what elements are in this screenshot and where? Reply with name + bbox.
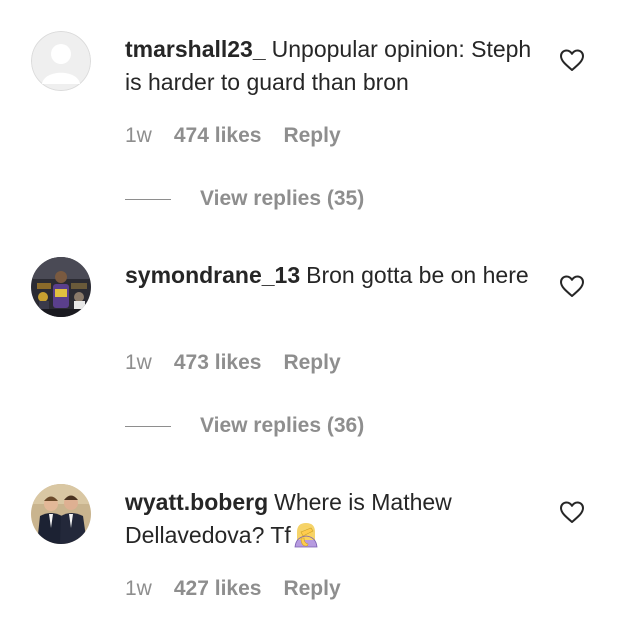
comment-meta: 1w 427 likes Reply	[125, 577, 363, 601]
comment-meta: 1w 474 likes Reply	[125, 124, 363, 148]
avatar-photo[interactable]	[31, 484, 91, 544]
heart-outline-icon[interactable]	[559, 274, 585, 298]
comment-username[interactable]: wyatt.boberg	[125, 489, 268, 515]
comment-time: 1w	[125, 124, 152, 147]
replies-divider-line	[125, 425, 171, 427]
comment-time: 1w	[125, 351, 152, 374]
heart-outline-icon[interactable]	[559, 48, 585, 72]
comment-text: tmarshall23_ Unpopular opinion: Steph is …	[125, 33, 535, 99]
comment-likes[interactable]: 474 likes	[174, 124, 262, 147]
view-replies-button[interactable]: View replies (35)	[125, 187, 364, 211]
comment-time: 1w	[125, 577, 152, 600]
replies-divider-line	[125, 198, 171, 200]
comment-likes[interactable]: 473 likes	[174, 351, 262, 374]
avatar-default[interactable]	[31, 31, 91, 91]
view-replies-label: View replies (35)	[200, 187, 365, 210]
view-replies-button[interactable]: View replies (36)	[125, 414, 364, 438]
avatar-photo[interactable]	[31, 257, 91, 317]
comment-text: symondrane_13 Bron gotta be on here	[125, 259, 535, 292]
comment-username[interactable]: symondrane_13	[125, 262, 300, 288]
comment-meta: 1w 473 likes Reply	[125, 351, 363, 375]
comment-username[interactable]: tmarshall23_	[125, 36, 266, 62]
reply-button[interactable]: Reply	[283, 351, 340, 374]
comment-likes[interactable]: 427 likes	[174, 577, 262, 600]
heart-outline-icon[interactable]	[559, 500, 585, 524]
woman-facepalming-emoji	[294, 523, 318, 548]
comment-text: wyatt.boberg Where is Mathew Dellavedova?…	[125, 486, 535, 552]
view-replies-label: View replies (36)	[200, 414, 365, 437]
comment-body: Bron gotta be on here	[306, 262, 529, 288]
reply-button[interactable]: Reply	[283, 577, 340, 600]
reply-button[interactable]: Reply	[283, 124, 340, 147]
